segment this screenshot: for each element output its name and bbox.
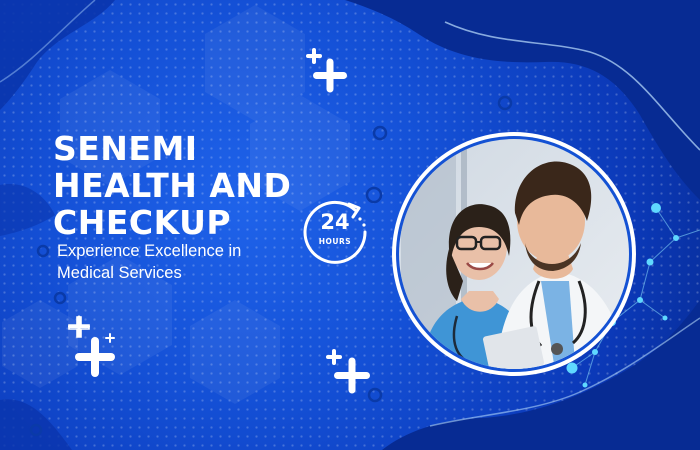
tagline-line-2: Medical Services — [57, 264, 182, 282]
tagline: Experience Excellence in Medical Service… — [57, 240, 241, 284]
hours-badge: 24 HOURS — [303, 198, 371, 266]
title-line-2: HEALTH AND — [53, 166, 292, 205]
badge-number: 24 — [320, 210, 350, 234]
badge-label: HOURS — [318, 237, 352, 246]
tagline-line-1: Experience Excellence in — [57, 242, 242, 260]
title-line-3: CHECKUP — [53, 203, 232, 242]
staff-photo — [392, 132, 636, 376]
page-title: SENEMI HEALTH AND CHECKUP — [53, 130, 291, 241]
title-line-1: SENEMI — [53, 129, 198, 168]
health-checkup-banner: SENEMI HEALTH AND CHECKUP Experience Exc… — [0, 0, 700, 450]
